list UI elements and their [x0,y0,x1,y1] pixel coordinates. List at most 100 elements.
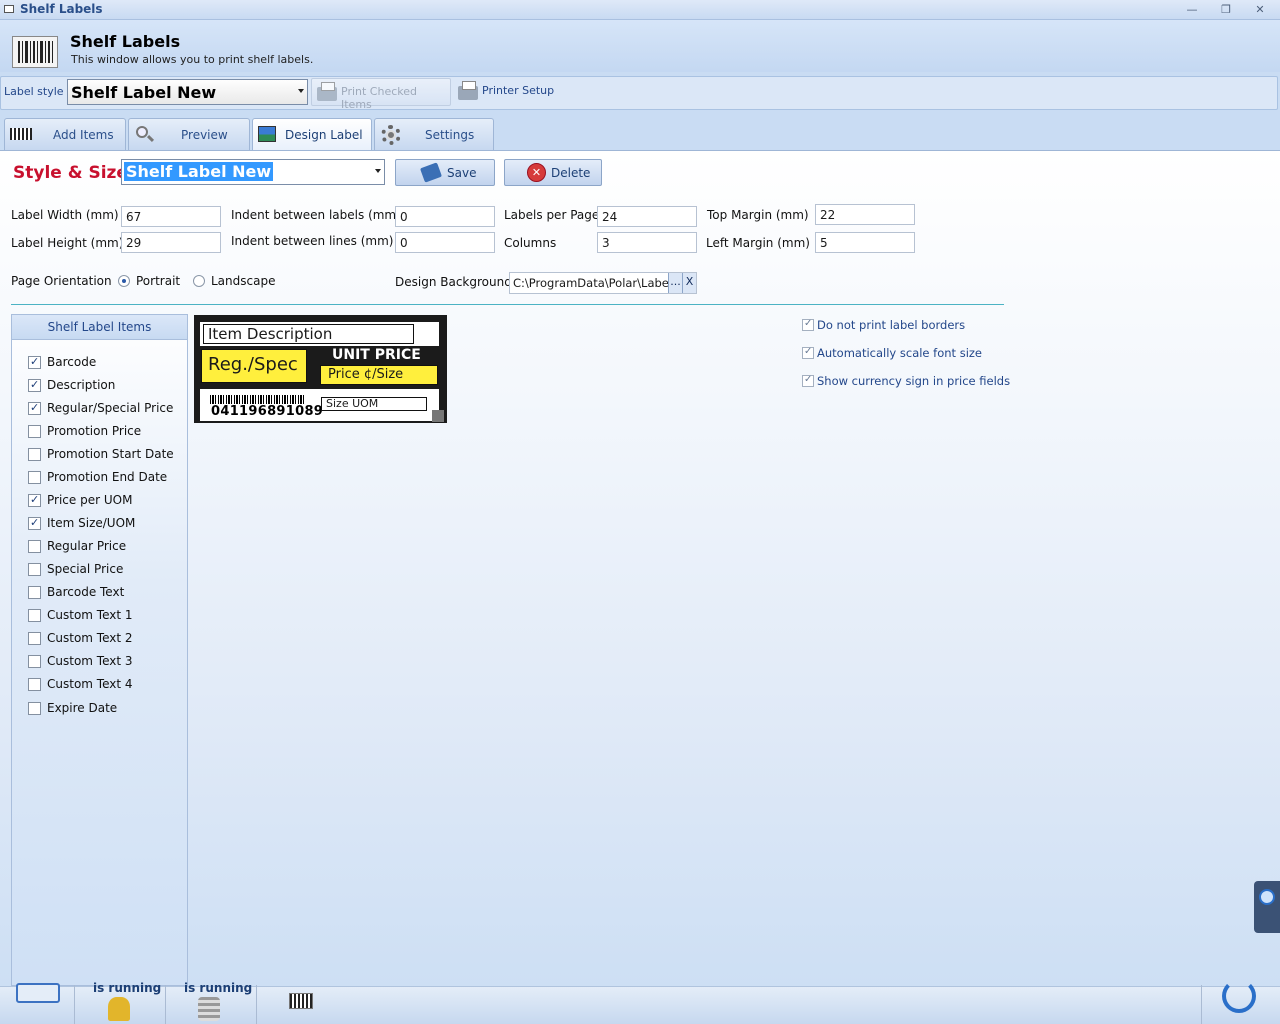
toolbar: Label style Shelf Label New Print Checke… [0,76,1278,111]
portrait-radio[interactable] [118,275,130,287]
landscape-label: Landscape [211,274,276,288]
item-label: Expire Date [47,701,118,715]
minimize-button[interactable]: — [1184,2,1200,18]
item-checkbox[interactable] [28,355,41,369]
indent-labels-field[interactable]: 0 [395,206,495,227]
item-label: Special Price [47,562,124,576]
indent-labels-label: Indent between labels (mm) [231,208,401,222]
tab-add-items[interactable]: Add Items [4,118,126,150]
option-checkbox[interactable] [802,318,814,331]
reg-spec-field[interactable]: Reg./Spec [201,349,307,383]
print-checked-items-button[interactable]: Print Checked Items [311,78,451,111]
item-checkbox[interactable] [28,678,41,691]
style-size-title: Style & Size [13,163,128,183]
left-margin-label: Left Margin (mm) [706,236,810,250]
top-margin-field[interactable]: 22 [815,204,915,225]
resize-grip-icon[interactable] [432,410,444,422]
item-checkbox[interactable] [28,493,41,507]
running-status-2: is running [184,981,253,995]
print-checked-items-label: Print Checked Items [341,85,417,111]
save-label: Save [447,166,477,180]
remote-support-icon [1259,889,1275,905]
left-margin-field[interactable]: 5 [815,232,915,253]
size-uom-field[interactable]: Size UOM [321,397,427,411]
unit-price-heading: UNIT PRICE [332,347,421,363]
option-checkbox[interactable] [802,374,814,387]
label-design-canvas[interactable]: Item Description Reg./Spec UNIT PRICE Pr… [194,315,447,423]
tab-design-label[interactable]: Design Label [252,118,372,151]
delete-button[interactable]: ✕ Delete [504,159,602,186]
power-icon[interactable] [1222,979,1256,1013]
clear-background-button[interactable]: X [682,273,696,293]
design-background-field[interactable]: C:\ProgramData\Polar\Labels ... X [509,272,697,294]
label-style-dropdown[interactable]: Shelf Label New [67,79,308,105]
keyboard-icon[interactable] [16,983,60,1003]
close-button[interactable]: ✕ [1252,2,1268,18]
tab-bar: Add Items Preview Design Label Settings [4,118,1280,151]
item-checkbox[interactable] [28,702,41,715]
barcode-graphic[interactable] [210,395,306,404]
save-button[interactable]: Save [395,159,495,186]
tab-settings[interactable]: Settings [374,118,494,150]
design-label-panel: Style & Size Shelf Label New Save ✕ Dele… [0,150,1280,986]
portrait-label: Portrait [136,274,181,288]
item-checkbox[interactable] [28,471,41,484]
label-height-label: Label Height (mm) [11,236,124,250]
item-checkbox[interactable] [28,609,41,622]
label-style-label: Label style [4,85,64,98]
label-width-field[interactable]: 67 [121,206,221,227]
item-label: Promotion Price [47,424,142,438]
item-checkbox[interactable] [28,425,41,438]
worker-icon[interactable] [108,997,130,1021]
tab-preview[interactable]: Preview [128,118,250,150]
item-description-field[interactable]: Item Description [203,324,414,344]
option-checkbox[interactable] [802,346,814,359]
design-background-label: Design Background [395,275,512,289]
tab-preview-label: Preview [181,128,228,142]
item-label: Custom Text 1 [47,608,133,622]
item-label: Custom Text 4 [47,677,133,691]
app-icon [4,5,14,13]
item-checkbox[interactable] [28,655,41,668]
item-checkbox[interactable] [28,563,41,576]
shelf-label-items-panel: Shelf Label Items Barcode Description Regu… [11,314,188,986]
printer-setup-button[interactable]: Printer Setup [455,78,555,106]
gear-icon [380,125,402,145]
labels-per-page-field[interactable]: 24 [597,206,697,227]
page-orientation-label: Page Orientation [11,274,112,288]
database-icon[interactable] [198,997,220,1021]
columns-field[interactable]: 3 [597,232,697,253]
label-height-field[interactable]: 29 [121,232,221,253]
item-label: Regular Price [47,539,127,553]
design-background-path: C:\ProgramData\Polar\Labels [513,276,668,290]
landscape-radio[interactable] [193,275,205,287]
maximize-button[interactable]: ❐ [1218,2,1234,18]
shelf-labels-taskbar-icon[interactable] [289,993,313,1009]
item-label: Custom Text 2 [47,631,133,645]
label-style-value: Shelf Label New [71,83,217,102]
item-label: Regular/Special Price [47,401,174,415]
remote-support-tab[interactable] [1254,881,1280,933]
item-checkbox[interactable] [28,586,41,599]
running-status-1: is running [93,981,162,995]
browse-button[interactable]: ... [668,273,682,293]
page-title: Shelf Labels [70,32,181,51]
item-checkbox[interactable] [28,378,41,392]
delete-icon: ✕ [527,163,546,182]
option-label: Show currency sign in price fields [817,374,1011,388]
shelf-label-items-header: Shelf Label Items [12,315,187,340]
labels-per-page-label: Labels per Page [504,208,600,222]
item-label: Price per UOM [47,493,133,507]
picture-icon [258,126,276,142]
price-per-size-field[interactable]: Price ¢/Size [320,365,438,385]
style-name-dropdown[interactable]: Shelf Label New [121,159,385,185]
item-checkbox[interactable] [28,540,41,553]
columns-label: Columns [504,236,557,250]
item-checkbox[interactable] [28,632,41,645]
item-checkbox[interactable] [28,401,41,415]
item-checkbox[interactable] [28,448,41,461]
item-checkbox[interactable] [28,516,41,530]
printer-setup-icon [458,81,478,100]
item-label: Description [47,378,116,392]
indent-lines-field[interactable]: 0 [395,232,495,253]
